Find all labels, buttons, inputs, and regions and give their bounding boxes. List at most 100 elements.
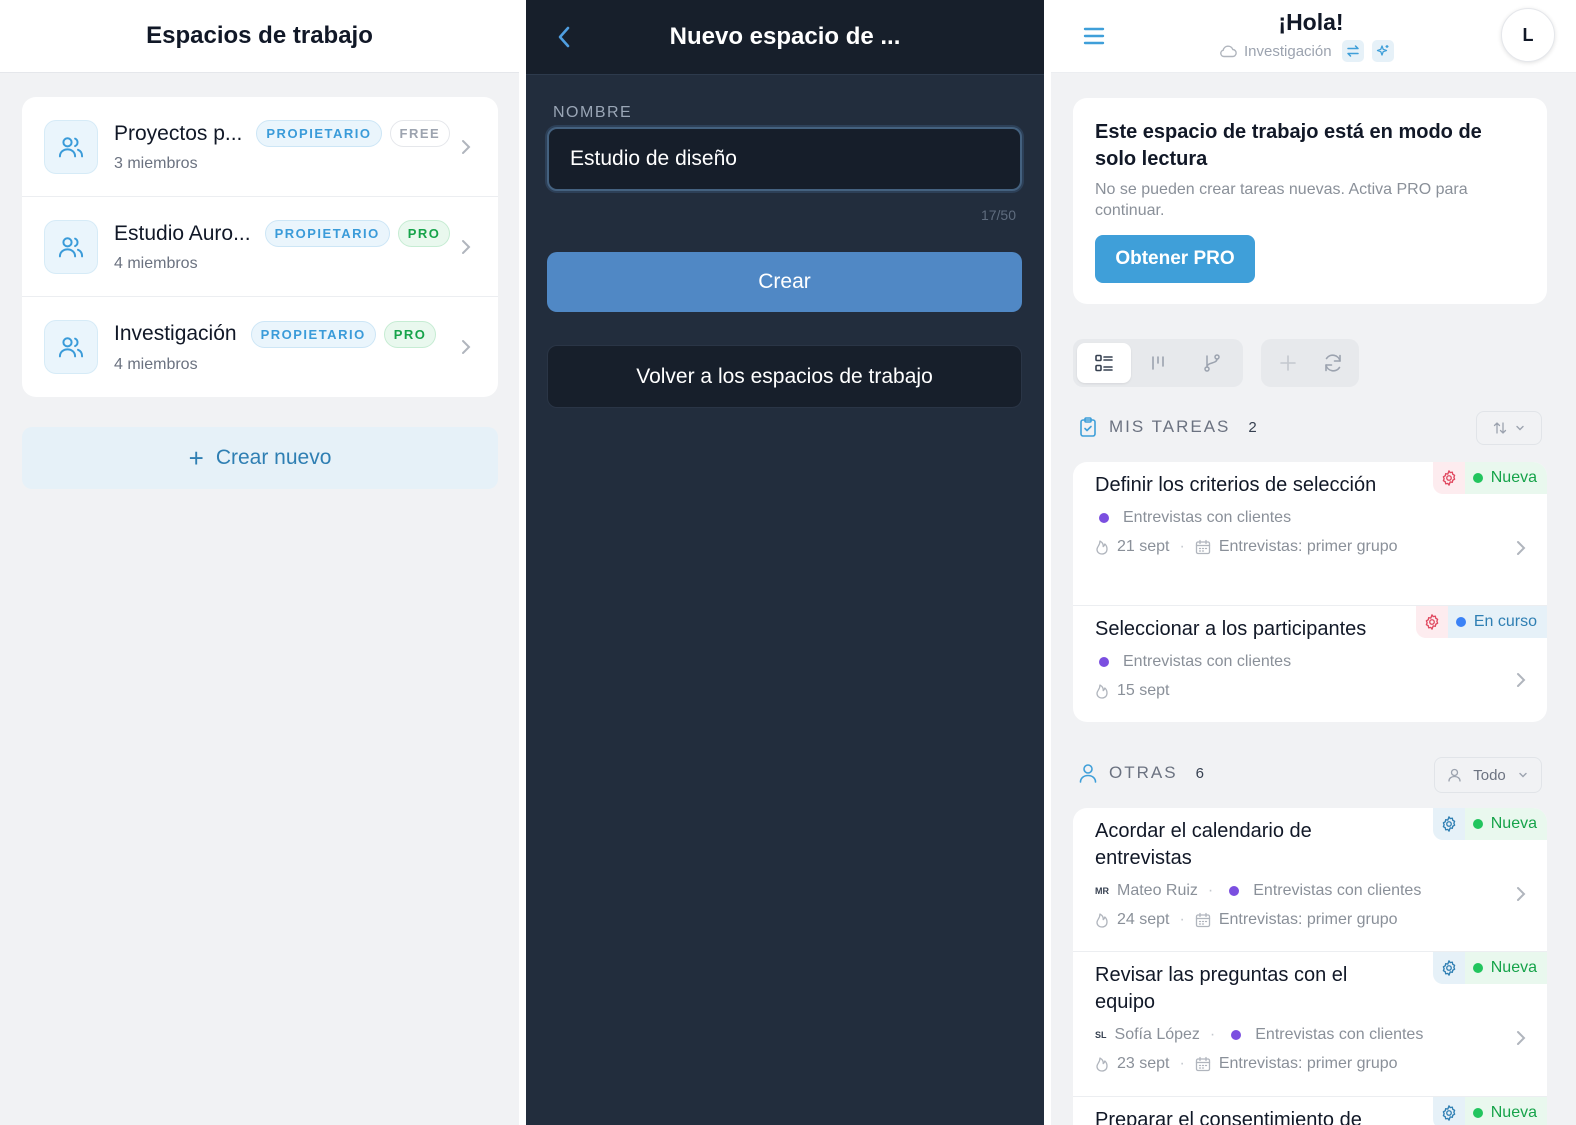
gear-icon: [1432, 1097, 1465, 1125]
task-title: Preparar el consentimiento de: [1095, 1109, 1362, 1125]
branch-view-icon[interactable]: [1185, 343, 1239, 383]
create-workspace-button[interactable]: + Crear nuevo: [22, 427, 498, 489]
workspace-name: Estudio Auro...: [114, 221, 251, 245]
task-dates: 15 sept: [1095, 680, 1525, 701]
clipboard-icon: [1079, 416, 1097, 438]
board-view-icon[interactable]: [1131, 343, 1185, 383]
due-date: 21 sept: [1117, 537, 1170, 555]
plan-badge: PRO: [397, 220, 451, 247]
other-tasks-list: Acordar el calendario de entrevistas MR …: [1073, 808, 1547, 1125]
task-item[interactable]: Revisar las preguntas con el equipo SL S…: [1073, 952, 1547, 1097]
current-workspace-name: Investigación: [1244, 42, 1332, 60]
plan-badge: FREE: [389, 120, 451, 147]
user-icon: [1448, 768, 1461, 782]
flame-icon: [1095, 539, 1109, 555]
workspace-item[interactable]: Proyectos p... PROPIETARIO FREE 3 miembr…: [22, 97, 498, 197]
workspace-members: 4 miembros: [114, 255, 198, 272]
home-screen: ¡Hola! Investigación L Este espacio de t…: [1051, 0, 1576, 1125]
section-title: MIS TAREAS: [1109, 417, 1231, 436]
project-dot: [1229, 885, 1240, 896]
calendar-icon: [1195, 539, 1211, 555]
workspace-list: Proyectos p... PROPIETARIO FREE 3 miembr…: [22, 97, 498, 397]
my-tasks-header: MIS TAREAS 2: [1079, 416, 1257, 438]
chevron-down-icon: [1515, 424, 1525, 432]
chevron-right-icon: [460, 138, 472, 156]
assignee-name: Sofía López: [1114, 1025, 1200, 1043]
assignee-filter[interactable]: Todo: [1434, 757, 1542, 793]
sort-icon: [1493, 421, 1507, 435]
flame-icon: [1095, 912, 1109, 928]
project-dot: [1231, 1029, 1242, 1040]
my-tasks-list: Definir los criterios de selección Entre…: [1073, 462, 1547, 722]
role-badge: PROPIETARIO: [250, 320, 376, 348]
role-badge: PROPIETARIO: [256, 120, 382, 147]
back-chevron-icon[interactable]: [556, 24, 572, 50]
page-title: Nuevo espacio de ...: [669, 23, 901, 50]
task-item[interactable]: Definir los criterios de selección Entre…: [1073, 462, 1547, 606]
task-project: Entrevistas con clientes: [1095, 651, 1525, 672]
workspace-switcher[interactable]: Investigación: [1219, 40, 1394, 62]
sprint-name: Entrevistas: primer grupo: [1218, 1054, 1398, 1072]
name-field-label: NOMBRE: [553, 104, 633, 121]
back-to-workspaces-button[interactable]: Volver a los espacios de trabajo: [547, 345, 1022, 408]
task-item[interactable]: Seleccionar a los participantes Entrevis…: [1073, 606, 1547, 722]
gear-icon: [1432, 808, 1465, 840]
chevron-right-icon: [1515, 539, 1527, 557]
sparkle-icon[interactable]: [1371, 40, 1394, 62]
status-badge: En curso: [1415, 606, 1547, 638]
list-view-icon[interactable]: [1077, 343, 1131, 383]
status-label: Nueva: [1490, 959, 1537, 976]
notice-description: No se pueden crear tareas nuevas. Activa…: [1095, 181, 1468, 219]
chevron-right-icon: [1515, 1029, 1527, 1047]
gear-icon: [1415, 606, 1448, 638]
workspace-item[interactable]: Investigación PROPIETARIO PRO 4 miembros: [22, 297, 498, 397]
project-name: Entrevistas con clientes: [1255, 1025, 1424, 1043]
section-title: OTRAS: [1109, 763, 1178, 782]
workspace-item[interactable]: Estudio Auro... PROPIETARIO PRO 4 miembr…: [22, 197, 498, 297]
plan-badge: PRO: [383, 320, 437, 348]
assignee-name: Mateo Ruiz: [1117, 881, 1198, 899]
status-badge: Nueva: [1432, 1097, 1547, 1125]
status-label: En curso: [1473, 613, 1537, 630]
refresh-icon[interactable]: [1310, 343, 1355, 383]
role-badge: PROPIETARIO: [264, 220, 390, 247]
assignee-avatar: MR: [1095, 885, 1109, 896]
flame-icon: [1095, 683, 1109, 699]
project-dot: [1099, 512, 1109, 523]
chevron-right-icon: [460, 238, 472, 256]
section-count: 2: [1248, 418, 1257, 436]
status-badge: Nueva: [1432, 808, 1547, 840]
status-badge: Nueva: [1432, 462, 1547, 494]
task-dates: 24 sept · Entrevistas: primer grupo: [1095, 909, 1525, 930]
header: Espacios de trabajo: [0, 0, 519, 73]
task-title: Acordar el calendario de entrevistas: [1095, 820, 1312, 869]
greeting: ¡Hola!: [1278, 9, 1344, 35]
switch-arrows-icon[interactable]: [1341, 40, 1364, 62]
create-button[interactable]: Crear: [547, 252, 1022, 312]
get-pro-button[interactable]: Obtener PRO: [1095, 235, 1255, 283]
task-item[interactable]: Preparar el consentimiento de Nueva: [1073, 1097, 1547, 1125]
task-title: Revisar las preguntas con el equipo: [1095, 964, 1348, 1013]
workspace-name-input[interactable]: Estudio de diseño: [547, 127, 1022, 191]
task-item[interactable]: Acordar el calendario de entrevistas MR …: [1073, 808, 1547, 952]
status-badge: Nueva: [1432, 952, 1547, 984]
other-tasks-header: OTRAS 6: [1079, 763, 1204, 783]
flame-icon: [1095, 1056, 1109, 1072]
notice-title: Este espacio de trabajo está en modo de …: [1095, 121, 1482, 170]
add-icon[interactable]: [1265, 343, 1310, 383]
calendar-icon: [1195, 912, 1211, 928]
status-label: Nueva: [1490, 469, 1537, 486]
sort-button[interactable]: [1476, 411, 1542, 445]
project-dot: [1099, 656, 1109, 667]
status-label: Nueva: [1490, 1104, 1537, 1121]
task-title: Seleccionar a los participantes: [1095, 618, 1367, 640]
sprint-name: Entrevistas: primer grupo: [1218, 537, 1398, 555]
new-workspace-screen: Nuevo espacio de ... NOMBRE Estudio de d…: [526, 0, 1044, 1125]
create-workspace-label: Crear nuevo: [215, 446, 332, 469]
workspace-name: Investigación: [114, 322, 237, 345]
avatar[interactable]: L: [1501, 8, 1555, 62]
chevron-right-icon: [1515, 671, 1527, 689]
character-counter: 17/50: [980, 207, 1016, 223]
task-dates: 21 sept · Entrevistas: primer grupo: [1095, 536, 1525, 557]
cloud-icon: [1219, 44, 1237, 58]
